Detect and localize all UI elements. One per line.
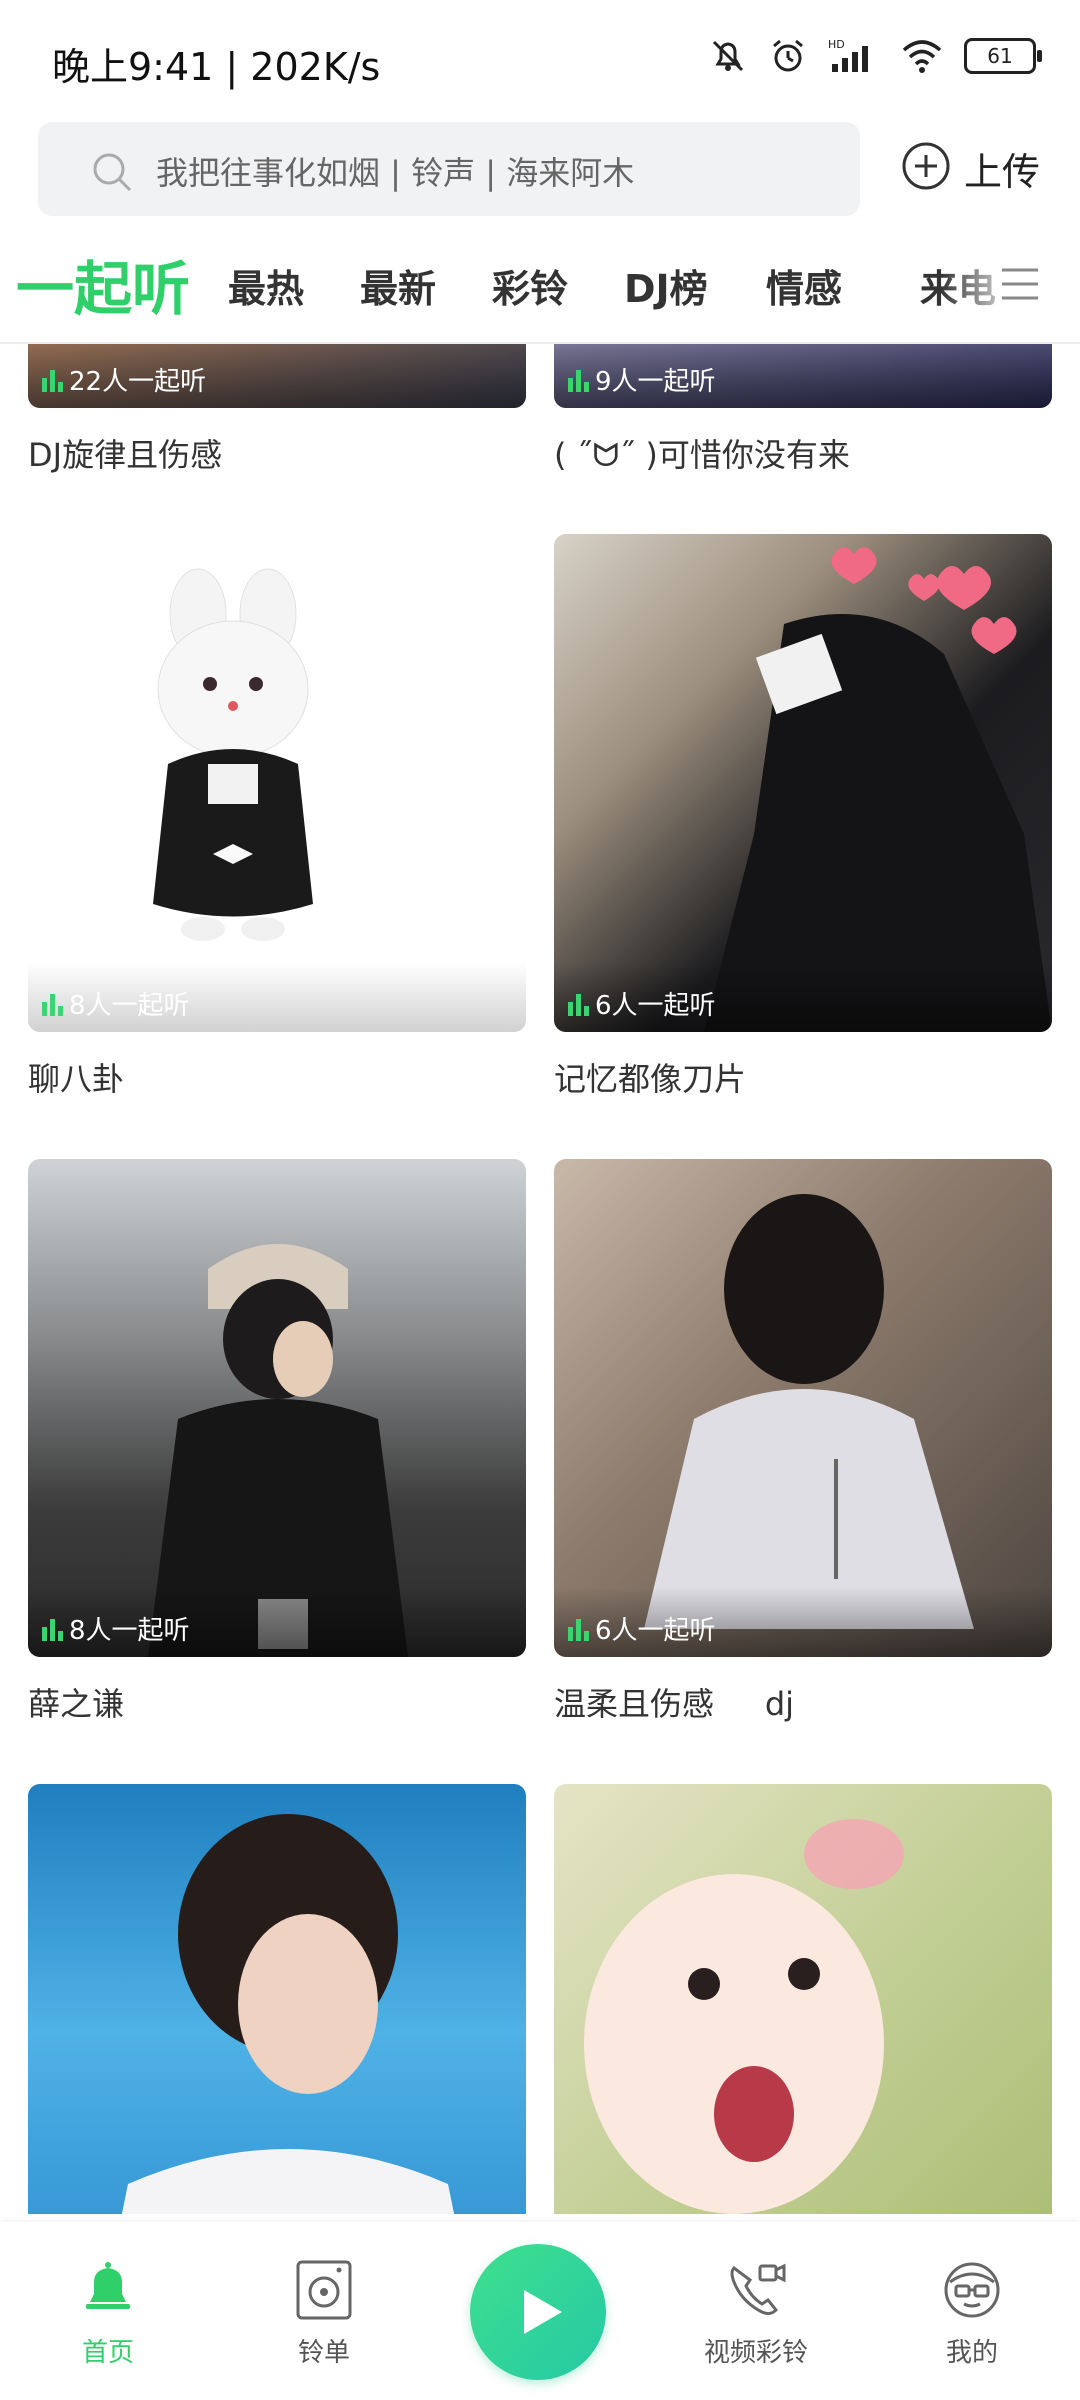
card-title: ( ˝ᗢ˝ )可惜你没有来: [554, 436, 850, 474]
status-bar: 晚上9:41 | 202K/s HD 61: [0, 0, 1080, 120]
search-placeholder: 我把往事化如烟 | 铃声 | 海来阿木: [156, 154, 635, 192]
card-title: 薛之谦: [28, 1685, 125, 1723]
bottom-nav: 首页 铃单 视频彩铃 我的: [0, 2222, 1080, 2400]
mute-bell-icon: [708, 36, 748, 76]
tab-newest[interactable]: 最新: [360, 258, 436, 313]
tab-dj-chart[interactable]: DJ榜: [624, 258, 708, 313]
nav-profile-label: 我的: [945, 2338, 998, 2368]
upload-label: 上传: [964, 149, 1041, 194]
baby-costume-photo: [584, 1819, 904, 2214]
card-cover-image: 9人一起听: [554, 344, 1052, 408]
card-title: DJ旋律且伤感: [28, 436, 223, 474]
category-tabs: 一起听 最热 最新 彩铃 DJ榜 情感 来电: [0, 236, 1080, 346]
nav-profile[interactable]: 我的: [892, 2258, 1052, 2369]
menu-icon[interactable]: [996, 260, 1044, 312]
hearts-decoration: [704, 547, 1052, 1032]
status-icons: HD 61: [708, 36, 1042, 76]
nav-home-label: 首页: [81, 2338, 134, 2368]
card-cover-image: 22人一起听: [28, 344, 526, 408]
hd-label: HD: [828, 38, 845, 51]
signal-icon: HD: [828, 36, 880, 76]
tab-ringback[interactable]: 彩铃: [492, 258, 568, 313]
nav-video-ringtone[interactable]: 视频彩铃: [676, 2258, 836, 2369]
alarm-icon: [768, 36, 808, 76]
wifi-icon: [900, 36, 944, 76]
upload-button[interactable]: 上传: [900, 140, 1040, 196]
nav-home[interactable]: 首页: [28, 2258, 188, 2369]
listener-badge: 8人一起听: [42, 985, 190, 1022]
card-title: 聊八卦: [28, 1060, 125, 1098]
listener-badge: 6人一起听: [568, 985, 716, 1022]
plus-circle-icon: [900, 140, 952, 196]
woman-cafe-photo: [148, 1244, 408, 1657]
search-icon: [90, 150, 134, 198]
room-grid: 22人一起听 DJ旋律且伤感 9人一起听 ( ˝ᗢ˝ )可惜你没有来 8人一起听…: [0, 344, 1080, 2214]
card-cover-image: [554, 1784, 1052, 2214]
bell-icon: [76, 2262, 140, 2326]
equalizer-icon: [568, 1617, 589, 1641]
equalizer-icon: [42, 1617, 63, 1641]
tab-hottest[interactable]: 最热: [228, 258, 304, 313]
card-cover-image: 6人一起听: [554, 534, 1052, 1032]
listener-badge: 22人一起听: [42, 361, 206, 398]
card-title: 记忆都像刀片: [554, 1060, 747, 1098]
tab-emotion[interactable]: 情感: [766, 258, 842, 313]
video-phone-icon: [724, 2263, 788, 2326]
nav-playlist-label: 铃单: [297, 2338, 350, 2368]
profile-face-icon: [940, 2262, 1004, 2326]
search-row: 我把往事化如烟 | 铃声 | 海来阿木 上传: [38, 122, 1048, 218]
equalizer-icon: [42, 368, 63, 392]
equalizer-icon: [568, 368, 589, 392]
search-input[interactable]: 我把往事化如烟 | 铃声 | 海来阿木: [38, 122, 860, 216]
card-title: 温柔且伤感 dj: [554, 1685, 795, 1723]
bunny-figure-illustration: [153, 568, 313, 941]
tab-together[interactable]: 一起听: [16, 242, 190, 326]
card-cover-image: 8人一起听: [28, 534, 526, 1032]
listener-badge: 9人一起听: [568, 361, 716, 398]
status-time: 晚上9:41 | 202K/s: [52, 45, 381, 89]
equalizer-icon: [42, 992, 63, 1016]
battery-indicator: 61: [964, 38, 1042, 74]
nav-playlist[interactable]: 铃单: [244, 2258, 404, 2369]
play-icon: [524, 2290, 562, 2334]
listener-badge: 8人一起听: [42, 1610, 190, 1647]
listener-badge: 6人一起听: [568, 1610, 716, 1647]
card-cover-image: [28, 1784, 526, 2214]
card-cover-image: 6人一起听: [554, 1159, 1052, 1657]
girl-dress-photo: [644, 1194, 974, 1629]
play-button[interactable]: [470, 2244, 606, 2380]
nav-video-ringtone-label: 视频彩铃: [703, 2338, 808, 2368]
card-cover-image: 8人一起听: [28, 1159, 526, 1657]
woman-pool-photo: [121, 1814, 455, 2214]
equalizer-icon: [568, 992, 589, 1016]
speaker-icon: [292, 2260, 356, 2326]
